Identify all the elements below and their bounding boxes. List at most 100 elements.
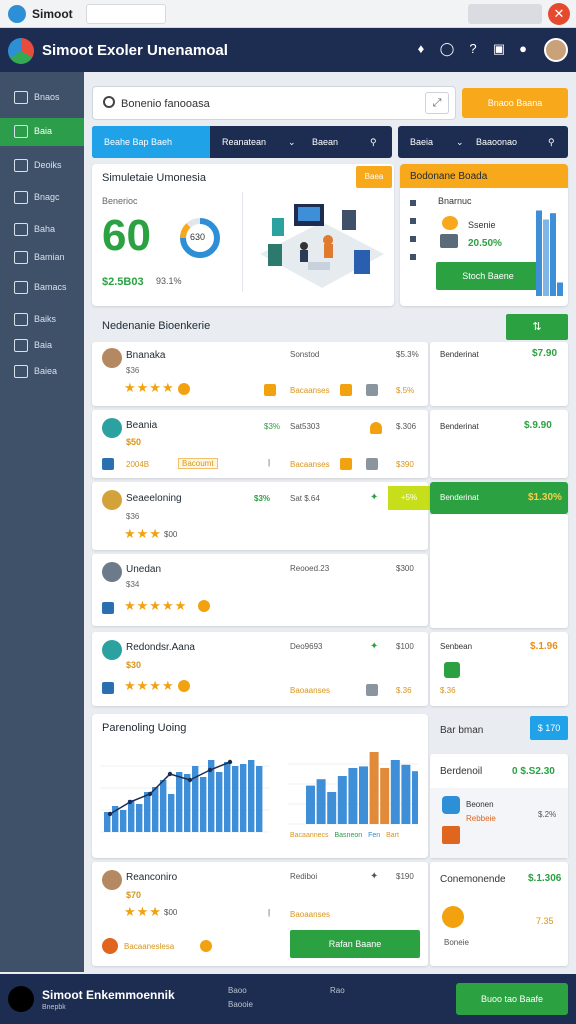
help-icon[interactable]: ? — [464, 41, 482, 59]
bar — [144, 792, 151, 832]
bell-icon — [370, 422, 382, 434]
list-item[interactable]: Seaeeloning $36 ★★★ $00 $3% Sat $.64 ✦ +… — [92, 482, 430, 550]
sidebar-item-6[interactable]: Bamacs — [0, 274, 84, 302]
avatar — [102, 870, 122, 890]
footer-link[interactable]: Baooie — [228, 1000, 253, 1009]
sidebar-item-9[interactable]: Baiea — [0, 358, 84, 386]
bell-icon[interactable]: ♦ — [412, 41, 430, 59]
sidebar-item-4[interactable]: Baha — [0, 216, 84, 244]
hero-label: Benerioc — [102, 196, 138, 206]
chat-icon[interactable]: ◯ — [438, 41, 456, 59]
chart-legend: Bacaannecs Basneon Fen Bart — [290, 832, 399, 839]
sidebar-item-label: Baiks — [34, 314, 57, 324]
chevron-down-icon[interactable]: ⌄ — [288, 126, 296, 158]
list-item[interactable]: Reanconiro $70 ★★★ $00 Rediboi ✦ $190 | … — [92, 862, 428, 966]
price-card[interactable]: Benderinat $.9.90 — [430, 410, 568, 478]
list-item[interactable]: Beania $50 2004B Bacoumt $3% Sat5303 $.3… — [92, 410, 428, 478]
footer-logo-icon — [8, 986, 34, 1012]
sort-button[interactable]: ⇅ — [506, 314, 568, 340]
hero-percent: 93.1% — [156, 276, 182, 286]
cart-icon[interactable]: ▣ — [490, 41, 508, 59]
footer-button[interactable]: Buoo tao Baafe — [456, 983, 568, 1015]
row-pct: $3% — [264, 422, 281, 431]
side-card2-price: $.2% — [538, 810, 557, 819]
footer-link[interactable]: Rao — [330, 986, 345, 995]
bar — [348, 768, 358, 824]
app-logo-icon — [8, 5, 26, 23]
row-name: Redondsr.Aana — [126, 642, 195, 653]
tab-4[interactable]: Baaoonao — [476, 126, 517, 158]
row-col: Sonstod — [290, 350, 320, 359]
rating-stars: ★★★★ — [124, 380, 175, 395]
price-card-highlight[interactable]: Benderinat $1.30% — [430, 482, 568, 514]
rating-stars: ★★★★ — [124, 678, 175, 693]
sidebar-item-7[interactable]: Baiks — [0, 306, 84, 334]
row-val: $5.3% — [396, 350, 419, 359]
row-val: $100 — [396, 642, 414, 651]
row-rating-extra: $00 — [164, 530, 178, 539]
price-card[interactable]: Senbean $.1.96 $.36 — [430, 632, 568, 706]
list-item[interactable]: Unedan $34 ★★★★★ Reooed.23 $300 — [92, 554, 428, 626]
price-card[interactable]: Benderinat $7.90 — [430, 342, 568, 406]
close-icon[interactable]: ✕ — [548, 3, 570, 25]
image-icon — [366, 458, 378, 470]
promo-button[interactable]: Stoch Baene — [436, 262, 540, 290]
list-item[interactable]: Redondsr.Aana $30 ★★★★ Deo9693 ✦ $100 Ba… — [92, 632, 428, 706]
bar — [359, 766, 368, 824]
sidebar-item-3[interactable]: Bnagc — [0, 184, 84, 212]
sidebar-item-2[interactable]: Deoiks — [0, 152, 84, 180]
chevron-down-icon[interactable]: ⌄ — [456, 126, 464, 158]
primary-cta-button[interactable]: Bnaoo Baana — [462, 88, 568, 118]
bar — [152, 787, 159, 832]
row-name: Unedan — [126, 564, 162, 575]
side-card1-value: 0 $.S2.30 — [512, 766, 555, 777]
app-header: Simoot Exoler Unenamoal ♦ ◯ ? ▣ ● — [0, 28, 576, 72]
row-meta: $70 — [126, 890, 142, 900]
search-input[interactable] — [121, 94, 421, 114]
avatar — [102, 640, 122, 660]
leaf-icon: ✦ — [370, 641, 379, 652]
sidebar-item-8[interactable]: Baia — [0, 332, 84, 360]
sidebar-item-5[interactable]: Bamian — [0, 244, 84, 272]
user-icon[interactable]: ● — [514, 41, 532, 59]
tab-3[interactable]: Baeia — [410, 126, 433, 158]
search-icon[interactable]: ⚲ — [370, 126, 377, 158]
bar — [306, 785, 315, 824]
search-icon — [14, 191, 28, 204]
promo-bar — [536, 210, 542, 296]
tab-2[interactable]: Baean — [312, 126, 338, 158]
expand-icon[interactable]: ⤢ — [425, 92, 449, 114]
promo-bar — [543, 219, 549, 296]
donut-value: 630 — [190, 232, 206, 242]
price-value: $7.90 — [532, 348, 558, 359]
tab-bar: Beahe Bap Baeh Reanatean ⌄ Baean ⚲ — [92, 126, 392, 158]
side-panel-action[interactable]: $ 170 — [530, 716, 568, 740]
side-card3-sub: Boneie — [444, 938, 469, 947]
tab-1[interactable]: Reanatean — [222, 126, 266, 158]
side-panel-card[interactable]: Conemonende $.1.306 7.35 Boneie — [430, 862, 568, 966]
footer-link[interactable]: Baoo — [228, 986, 247, 995]
tab-0[interactable]: Beahe Bap Baeh — [92, 126, 210, 158]
coin-icon — [198, 600, 210, 612]
list-item[interactable]: Bnanaka $36 ★★★★ Sonstod $5.3% Bacaanses… — [92, 342, 428, 406]
rating-stars: ★★★ — [124, 526, 162, 541]
window-controls[interactable] — [468, 4, 542, 24]
price-sub: $.36 — [440, 686, 456, 695]
status-icon — [444, 662, 460, 678]
hero-card: Simuletaie Umonesia Baea Benerioc 60 630… — [92, 164, 394, 306]
sidebar-item-1[interactable]: Baia — [0, 118, 84, 146]
coin-icon — [442, 906, 464, 928]
promo-mini-chart — [536, 210, 563, 296]
avatar[interactable] — [544, 38, 568, 62]
box-icon — [442, 826, 460, 844]
side-card2-label: Beonen — [466, 800, 494, 809]
promo-line1: Ssenie — [468, 220, 496, 230]
sidebar-item-0[interactable]: Bnaos — [0, 84, 84, 112]
bar — [168, 794, 175, 832]
action-button[interactable]: Rafan Baane — [290, 930, 420, 958]
browser-tab[interactable] — [86, 4, 166, 24]
chart-card: Parenoling Uoing Bacaannecs Basneon Fen … — [92, 714, 428, 858]
divider-mark: | — [268, 908, 271, 917]
side-panel-card[interactable]: Berdenoil 0 $.S2.30 Beonen Rebbeie $.2% — [430, 754, 568, 858]
search-icon[interactable]: ⚲ — [548, 126, 555, 158]
